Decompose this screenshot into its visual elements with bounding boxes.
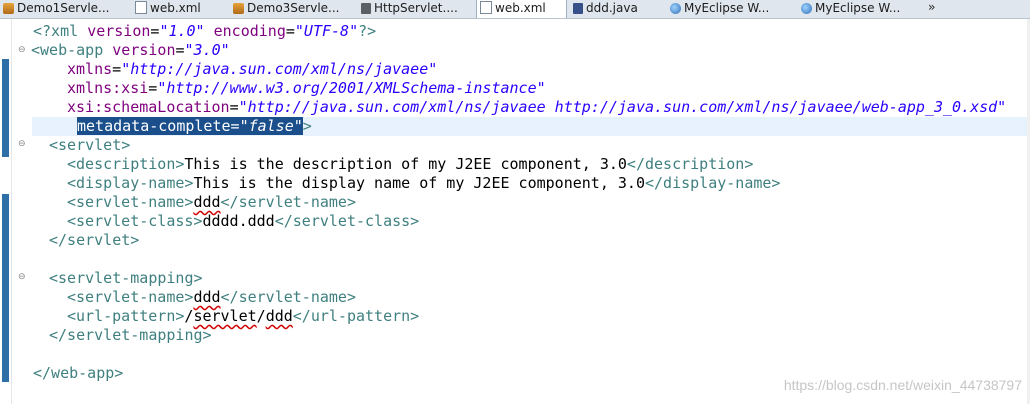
tab-label: Demo3Servle... xyxy=(247,1,340,15)
code-line: xsi:schemaLocation="http://java.sun.com/… xyxy=(67,98,1007,116)
tab-myeclipse-web-2[interactable]: MyEclipse W... xyxy=(798,0,919,17)
tab-label: MyEclipse W... xyxy=(815,1,901,15)
code-line: xmlns:xsi="http://www.w3.org/2001/XMLSch… xyxy=(67,79,546,97)
tab-overflow-chevron-icon[interactable]: » xyxy=(928,0,935,14)
tab-label: MyEclipse W... xyxy=(684,1,770,15)
change-bar xyxy=(2,59,9,157)
code-line: <?xml version="1.0" encoding="UTF-8"?> xyxy=(33,22,377,40)
tab-myeclipse-web-1[interactable]: MyEclipse W... xyxy=(667,0,788,17)
code-line: </servlet> xyxy=(49,231,140,249)
coffee-icon xyxy=(3,3,14,14)
fold-toggle-icon[interactable]: ⊖ xyxy=(18,46,26,55)
code-line: <description>This is the description of … xyxy=(67,155,754,173)
coffee-icon xyxy=(233,3,244,14)
code-line: xmlns="http://java.sun.com/xml/ns/javaee… xyxy=(67,60,438,78)
class-file-icon xyxy=(361,3,371,14)
code-line: <url-pattern>/servlet/ddd</url-pattern> xyxy=(67,307,420,325)
tab-web-xml-active[interactable]: web.xml xyxy=(476,0,567,18)
xml-file-icon xyxy=(135,1,147,14)
code-line: <web-app version="3.0" xyxy=(31,41,230,59)
tab-ddd-java[interactable]: ddd.java xyxy=(570,0,673,17)
globe-icon xyxy=(670,3,681,14)
tab-label: HttpServlet.... xyxy=(374,1,458,15)
tab-label: web.xml xyxy=(150,1,201,15)
code-line: <servlet-name>ddd</servlet-name> xyxy=(67,288,356,306)
left-ruler xyxy=(0,19,12,404)
code-line: <display-name>This is the display name o… xyxy=(67,174,781,192)
change-bar xyxy=(2,194,9,382)
java-file-icon xyxy=(573,3,583,14)
code-line: <servlet-name>ddd</servlet-name> xyxy=(67,193,356,211)
tab-demo3servlet[interactable]: Demo3Servle... xyxy=(230,0,343,17)
tab-label: ddd.java xyxy=(586,1,638,15)
tab-label: web.xml xyxy=(495,1,546,15)
code-line-selected: metadata-complete="false"> xyxy=(77,117,312,135)
tab-demo1servlet[interactable]: Demo1Servle... xyxy=(0,0,131,17)
code-line: </servlet-mapping> xyxy=(49,326,212,344)
fold-toggle-icon[interactable]: ⊖ xyxy=(18,273,26,282)
tab-label: Demo1Servle... xyxy=(17,1,110,15)
xml-file-icon xyxy=(480,1,492,14)
globe-icon xyxy=(801,3,812,14)
code-line: <servlet-class>dddd.ddd</servlet-class> xyxy=(67,212,420,230)
tab-httpservlet[interactable]: HttpServlet.... xyxy=(358,0,465,17)
fold-toggle-icon[interactable]: ⊖ xyxy=(18,140,26,149)
watermark-text: https://blog.csdn.net/weixin_44738797 xyxy=(783,377,1022,393)
code-line: <servlet> xyxy=(49,136,131,154)
code-line: </web-app> xyxy=(33,364,124,382)
editor-tab-bar: Demo1Servle... web.xml Demo3Servle... Ht… xyxy=(0,0,1030,19)
code-line: <servlet-mapping> xyxy=(49,269,203,287)
tab-web-xml-1[interactable]: web.xml xyxy=(132,0,225,17)
